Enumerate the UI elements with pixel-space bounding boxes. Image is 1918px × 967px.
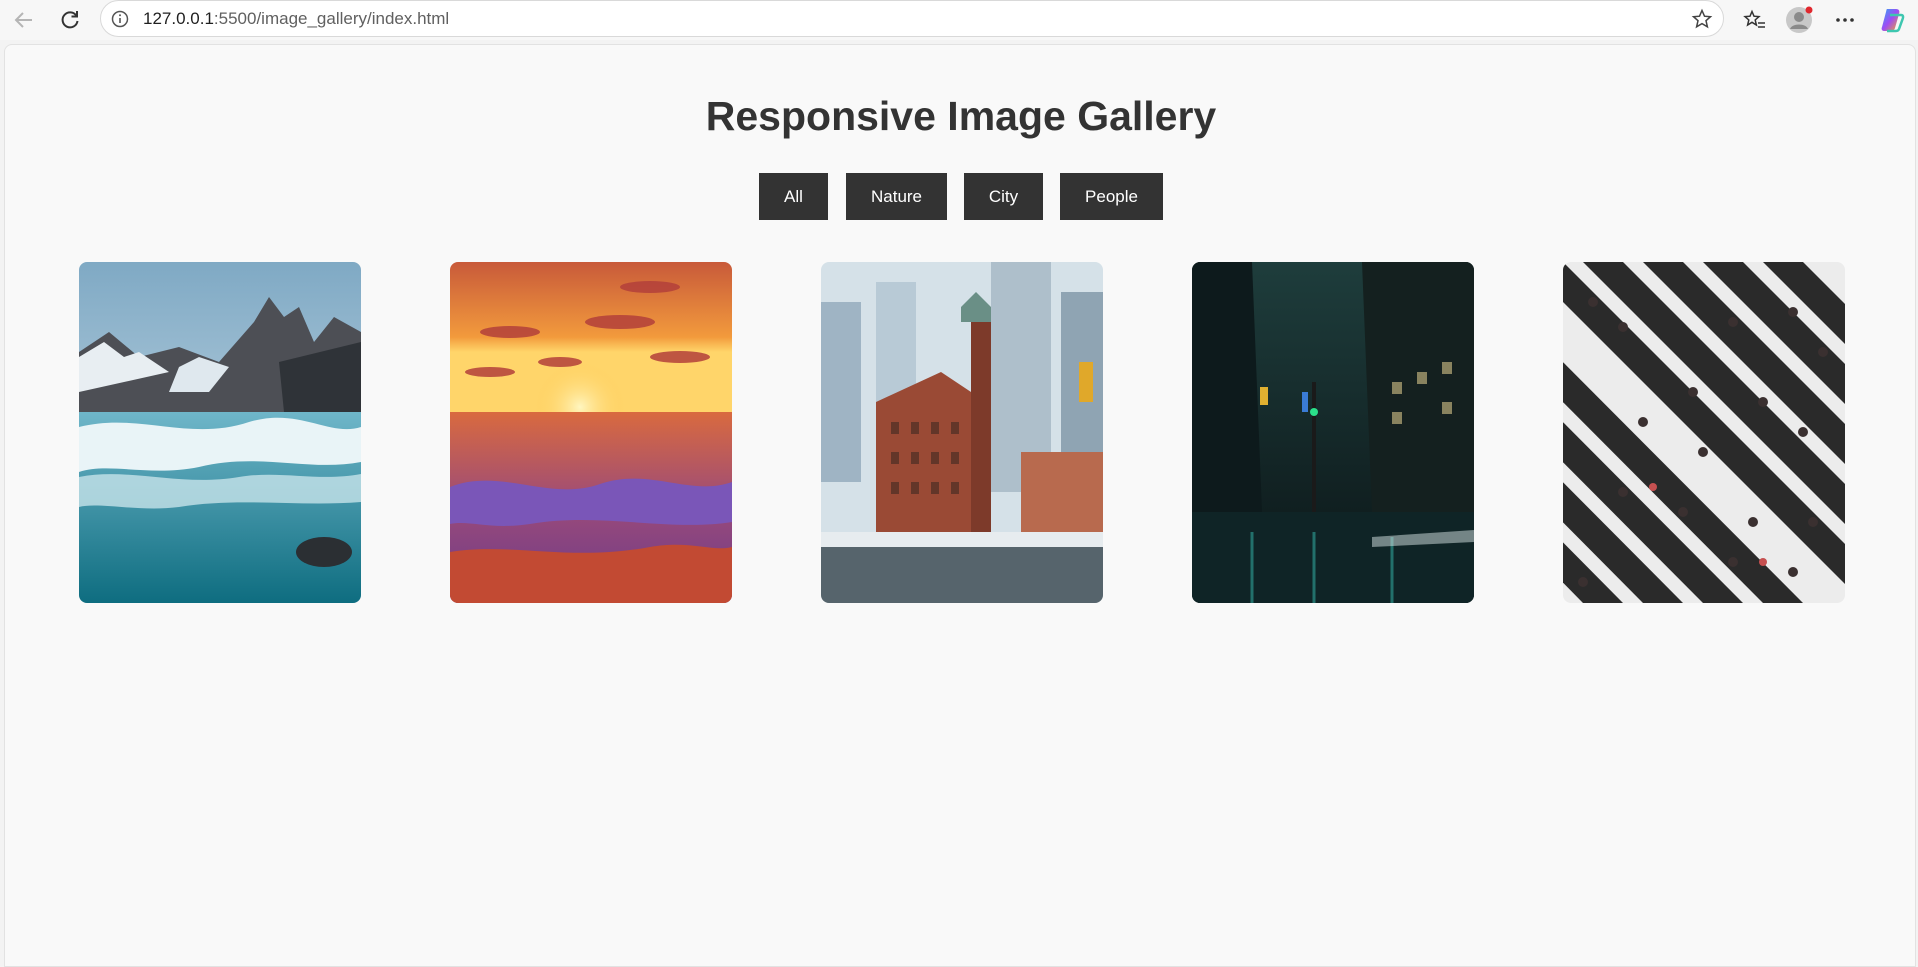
reload-icon: [61, 11, 79, 29]
back-button[interactable]: [6, 2, 42, 38]
favorites-icon: [1743, 9, 1765, 28]
filter-city-button[interactable]: City: [964, 173, 1043, 220]
address-bar[interactable]: 127.0.0.1:5500/image_gallery/index.html: [100, 0, 1724, 37]
crosswalk-crowd-image: [1563, 262, 1845, 603]
more-menu-icon: [1836, 18, 1854, 22]
sunset-sea-image: [450, 262, 732, 603]
gallery-image-mountain-river[interactable]: [79, 262, 361, 603]
page-viewport: Responsive Image Gallery All Nature City…: [4, 44, 1916, 967]
gallery-image-crosswalk-crowd[interactable]: [1563, 262, 1845, 603]
mountain-river-image: [79, 262, 361, 603]
night-street-image: [1192, 262, 1474, 603]
url-text[interactable]: 127.0.0.1:5500/image_gallery/index.html: [143, 9, 449, 29]
gallery-image-sunset-sea[interactable]: [450, 262, 732, 603]
profile-avatar-icon: [1786, 6, 1813, 33]
url-path: :5500/image_gallery/index.html: [213, 9, 450, 28]
filter-bar: All Nature City People: [5, 173, 1915, 220]
filter-people-button[interactable]: People: [1060, 173, 1163, 220]
info-icon[interactable]: [111, 10, 129, 28]
gallery-image-night-street[interactable]: [1192, 262, 1474, 603]
browser-toolbar: 127.0.0.1:5500/image_gallery/index.html: [0, 0, 1918, 40]
copilot-button[interactable]: [1874, 2, 1910, 38]
page-title: Responsive Image Gallery: [705, 93, 1217, 139]
filter-all-button[interactable]: All: [759, 173, 828, 220]
more-menu-button[interactable]: [1827, 2, 1863, 38]
star-icon[interactable]: [1691, 8, 1713, 30]
gallery-image-flatiron-building[interactable]: [821, 262, 1103, 603]
url-host: 127.0.0.1: [143, 9, 214, 28]
profile-button[interactable]: [1781, 2, 1817, 38]
back-arrow-icon: [14, 12, 32, 28]
favorites-button[interactable]: [1737, 2, 1773, 38]
reload-button[interactable]: [52, 2, 88, 38]
copilot-icon: [1881, 9, 1905, 33]
flatiron-building-image: [821, 262, 1103, 603]
filter-nature-button[interactable]: Nature: [846, 173, 947, 220]
